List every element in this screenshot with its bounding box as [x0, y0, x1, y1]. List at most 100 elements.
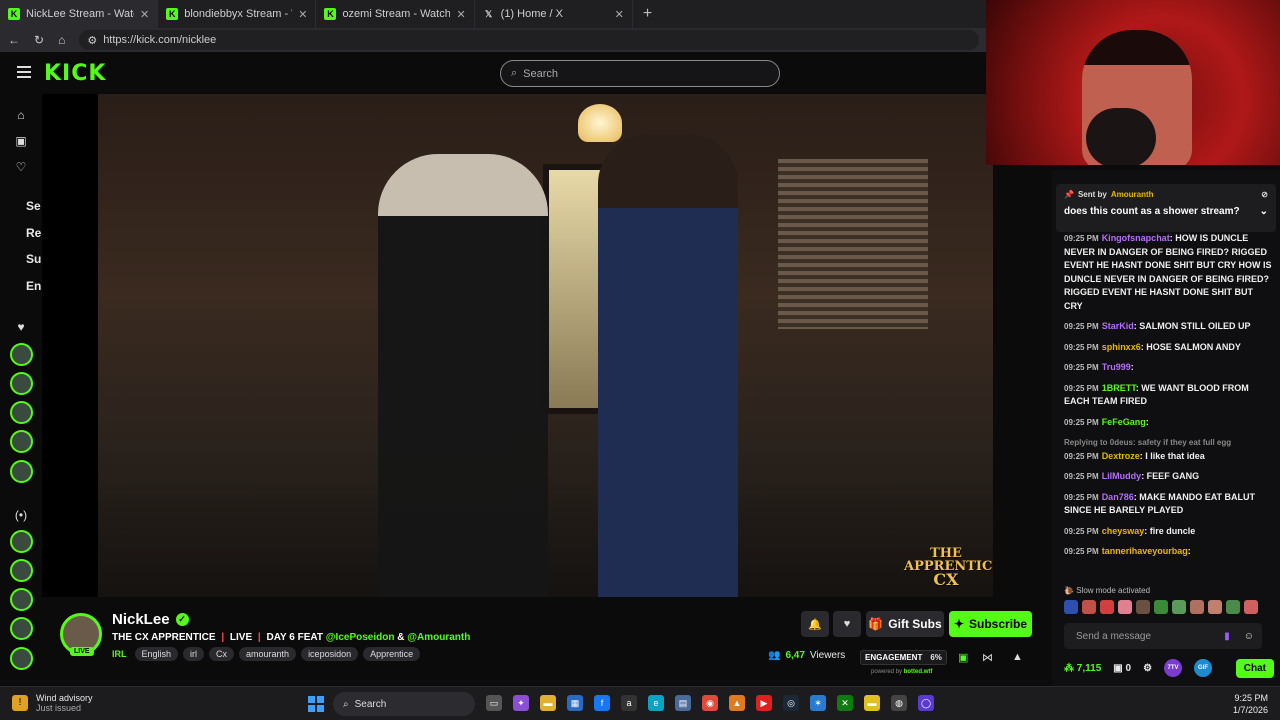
browser-tab[interactable]: K ozemi Stream - Watch Live or ✕: [316, 0, 475, 28]
mention-link[interactable]: @IcePoseidon: [326, 632, 395, 643]
vlc-icon[interactable]: ▲: [729, 695, 745, 711]
app-icon[interactable]: ◯: [918, 695, 934, 711]
recommended-channel-avatar[interactable]: [10, 559, 33, 582]
tag-pill[interactable]: English: [134, 647, 179, 661]
windows-start-icon[interactable]: [308, 696, 324, 712]
heart-icon[interactable]: ♡: [14, 160, 28, 174]
7tv-icon[interactable]: 7TV: [1164, 659, 1183, 677]
mention-link[interactable]: @Amouranth: [407, 632, 470, 643]
steam-icon[interactable]: ◎: [783, 695, 799, 711]
followed-channel-avatar[interactable]: [10, 372, 33, 395]
message-user[interactable]: tannerihaveyourbag: [1102, 546, 1188, 556]
system-clock[interactable]: 9:25 PM 1/7/2026: [1222, 692, 1268, 716]
unpin-icon[interactable]: ⊘: [1261, 190, 1268, 199]
amazon-icon[interactable]: a: [621, 695, 637, 711]
message-user[interactable]: Tru999: [1102, 362, 1131, 372]
emote-icon[interactable]: [1154, 600, 1168, 614]
browser-tab[interactable]: 𝕏 (1) Home / X ✕: [475, 0, 633, 28]
message-user[interactable]: 1BRETT: [1102, 383, 1136, 393]
settings-icon[interactable]: ⚙: [1143, 663, 1152, 674]
recommended-channel-avatar[interactable]: [10, 588, 33, 611]
followed-channel-avatar[interactable]: [10, 401, 33, 424]
sidebar-section-label[interactable]: Re: [26, 226, 41, 240]
clip-icon[interactable]: ▣: [958, 651, 968, 664]
emote-icon[interactable]: [1172, 600, 1186, 614]
browser-tab[interactable]: K blondiebbyx Stream - Watch ✕: [158, 0, 317, 28]
message-user[interactable]: Kingofsnapchat: [1102, 233, 1170, 243]
close-icon[interactable]: ✕: [456, 8, 465, 21]
emote-icon[interactable]: [1064, 600, 1078, 614]
video-player[interactable]: THE APPRENTICE CX: [42, 94, 993, 597]
file-explorer-icon[interactable]: ▬: [540, 695, 556, 711]
close-icon[interactable]: ✕: [298, 8, 307, 21]
emote-icon[interactable]: [1100, 600, 1114, 614]
tag-pill[interactable]: Cx: [209, 647, 235, 661]
message-user[interactable]: FeFeGang: [1102, 417, 1146, 427]
menu-icon[interactable]: [17, 66, 31, 78]
message-user[interactable]: Dextroze: [1102, 451, 1140, 461]
emote-icon[interactable]: [1208, 600, 1222, 614]
store-icon[interactable]: ▦: [567, 695, 583, 711]
message-user[interactable]: LilMuddy: [1102, 471, 1142, 481]
youtube-icon[interactable]: ▶: [756, 695, 772, 711]
message-user[interactable]: cheysway: [1102, 526, 1145, 536]
message-user[interactable]: sphinxx6: [1102, 342, 1141, 352]
followed-channel-avatar[interactable]: [10, 343, 33, 366]
new-tab-icon[interactable]: +: [643, 5, 652, 23]
home-icon[interactable]: ⌂: [58, 33, 65, 47]
task-view-icon[interactable]: ▭: [486, 695, 502, 711]
emote-icon[interactable]: [1118, 600, 1132, 614]
sidebar-section-label[interactable]: En: [26, 279, 41, 293]
facebook-icon[interactable]: f: [594, 695, 610, 711]
close-icon[interactable]: ✕: [615, 8, 624, 21]
recommended-channel-avatar[interactable]: [10, 647, 33, 670]
obs-icon[interactable]: ◍: [891, 695, 907, 711]
points-shortcut-icon[interactable]: ▮: [1224, 631, 1230, 642]
search-input[interactable]: ⌕ Search: [500, 60, 780, 87]
sidebar-section-label[interactable]: Se: [26, 199, 41, 213]
powered-brand[interactable]: botted.wtf: [904, 669, 933, 675]
edge-icon[interactable]: e: [648, 695, 664, 711]
emote-icon[interactable]: [1082, 600, 1096, 614]
sidebar-section-label[interactable]: Su: [26, 252, 41, 266]
chevron-down-icon[interactable]: ⌄: [1260, 206, 1268, 217]
message-user[interactable]: StarKid: [1102, 321, 1134, 331]
badge-count[interactable]: ▣ 0: [1113, 663, 1131, 674]
copilot-icon[interactable]: ✦: [513, 695, 529, 711]
message-user[interactable]: Dan786: [1102, 492, 1134, 502]
app-icon[interactable]: ✶: [810, 695, 826, 711]
recommended-channel-avatar[interactable]: [10, 530, 33, 553]
url-field[interactable]: ⚙ https://kick.com/nicklee: [79, 30, 980, 50]
chat-send-button[interactable]: Chat: [1235, 658, 1274, 678]
channel-points[interactable]: ⁂ 7,115: [1064, 663, 1101, 674]
reply-context[interactable]: Replying to 0deus: safety if they eat fu…: [1064, 436, 1274, 450]
recommended-channel-avatar[interactable]: [10, 617, 33, 640]
report-icon[interactable]: ▲: [1012, 651, 1023, 663]
weather-widget[interactable]: ! Wind advisory Just issued: [12, 693, 93, 713]
reload-icon[interactable]: ↻: [34, 33, 44, 47]
pinned-sender[interactable]: Amouranth: [1111, 190, 1154, 199]
follow-heart-icon[interactable]: ♥: [833, 611, 861, 637]
close-icon[interactable]: ✕: [140, 8, 149, 21]
tag-pill[interactable]: iceposidon: [301, 647, 359, 661]
followed-channel-avatar[interactable]: [10, 430, 33, 453]
emote-icon[interactable]: [1136, 600, 1150, 614]
bell-icon[interactable]: 🔔: [801, 611, 829, 637]
followed-channel-avatar[interactable]: [10, 460, 33, 483]
home-icon[interactable]: ⌂: [14, 108, 28, 122]
tag-pill[interactable]: amouranth: [239, 647, 297, 661]
chat-input[interactable]: Send a message ▮ ☺: [1064, 623, 1262, 649]
tag-pill[interactable]: Apprentice: [363, 647, 421, 661]
kick-logo[interactable]: KICK: [44, 61, 106, 86]
emoji-icon[interactable]: ☺: [1244, 631, 1254, 642]
gift-subs-button[interactable]: 🎁 Gift Subs: [866, 611, 944, 637]
gif-icon[interactable]: GIF: [1194, 659, 1213, 677]
share-icon[interactable]: ⋈: [982, 651, 993, 664]
xbox-icon[interactable]: ✕: [837, 695, 853, 711]
calculator-icon[interactable]: ▤: [675, 695, 691, 711]
subscribe-button[interactable]: ✦ Subscribe: [949, 611, 1032, 637]
emote-icon[interactable]: [1244, 600, 1258, 614]
category-link[interactable]: IRL: [112, 649, 127, 659]
emote-icon[interactable]: [1190, 600, 1204, 614]
taskbar-search[interactable]: ⌕ Search: [333, 692, 475, 716]
